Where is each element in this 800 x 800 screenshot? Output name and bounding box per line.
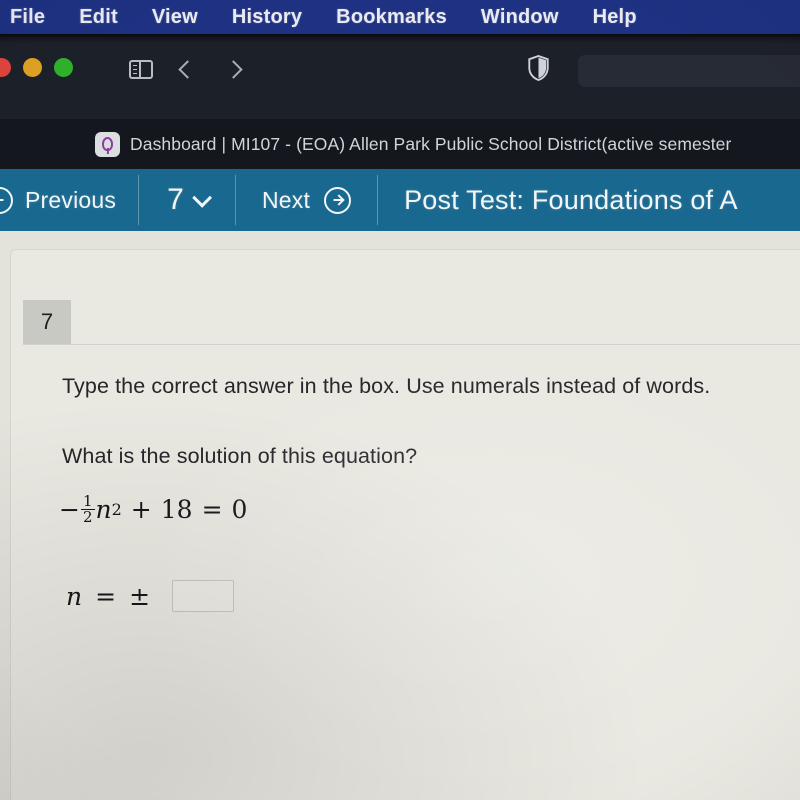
circle-arrow-right-icon [324,186,352,214]
equation-variable: n [95,495,112,525]
shield-icon [528,54,549,82]
circle-arrow-left-icon [0,186,13,214]
privacy-report-button[interactable] [528,54,549,82]
question-selector-dropdown[interactable]: 7 [139,169,235,231]
assessment-title: Post Test: Foundations of A [378,169,738,231]
question-instructions: Type the correct answer in the box. Use … [62,374,711,398]
window-traffic-lights [0,58,73,77]
answer-variable: n [66,581,83,611]
question-equation: − 1 2 n2 + 18 = 0 [59,492,248,527]
assessment-toolbar: Previous 7 Next Post Test: Foundations o… [0,169,800,231]
previous-question-button[interactable]: Previous [0,169,138,231]
question-number-badge-label: 7 [40,309,54,334]
answer-equals-sign: = [95,581,117,611]
answer-row: n = ± [66,580,235,612]
tab-title: Dashboard | MI107 - (EOA) Allen Park Pub… [130,133,732,154]
tab-strip: Dashboard | MI107 - (EOA) Allen Park Pub… [0,119,800,169]
menu-item-view[interactable]: View [135,0,215,34]
address-bar[interactable] [578,55,800,87]
answer-plus-minus-sign: ± [129,581,151,611]
fraction-numerator: 1 [82,492,93,510]
fraction-denominator: 2 [80,508,95,527]
zoom-window-button[interactable] [54,58,73,77]
menu-item-help[interactable]: Help [576,0,654,34]
equation-constant: 18 [160,495,193,525]
menu-item-edit[interactable]: Edit [62,0,135,34]
current-question-number: 7 [167,183,184,216]
next-button-label: Next [261,186,311,213]
question-prompt: What is the solution of this equation? [62,444,418,468]
equation-exponent: 2 [111,500,122,520]
equation-right-side: 0 [231,495,248,525]
assessment-title-label: Post Test: Foundations of A [404,184,738,215]
question-card: 7 Type the correct answer in the box. Us… [10,249,800,800]
answer-input[interactable] [172,580,235,612]
menu-item-history[interactable]: History [215,0,319,34]
back-button[interactable] [164,52,210,86]
menu-item-file[interactable]: File [0,0,62,34]
equation-equals-sign: = [201,495,223,525]
chevron-left-icon [177,59,197,79]
previous-button-label: Previous [25,186,117,213]
question-number-badge: 7 [23,300,71,344]
equation-fraction: 1 2 [80,492,95,527]
chevron-right-icon [223,59,243,79]
macos-menu-bar: File Edit View History Bookmarks Window … [0,0,800,34]
chrome-top-shadow [0,34,800,43]
browser-tab[interactable]: Dashboard | MI107 - (EOA) Allen Park Pub… [95,119,731,169]
lightbulb-icon [102,137,113,151]
next-question-button[interactable]: Next [236,169,377,231]
menu-item-window[interactable]: Window [464,0,576,34]
browser-nav-icons [118,52,256,86]
menu-item-bookmarks[interactable]: Bookmarks [319,0,464,34]
chevron-down-icon [192,187,213,208]
equation-plus-sign: + [130,495,152,525]
forward-button[interactable] [210,52,256,86]
sidebar-icon [129,59,153,79]
screenshot-root: File Edit View History Bookmarks Window … [0,0,800,800]
minimize-window-button[interactable] [23,58,42,77]
question-header-divider [23,344,800,345]
tab-favicon [95,131,120,157]
sidebar-toggle-button[interactable] [118,52,164,86]
equation-minus-sign: − [59,495,80,525]
close-window-button[interactable] [0,58,11,77]
page-background: 7 Type the correct answer in the box. Us… [0,231,800,800]
